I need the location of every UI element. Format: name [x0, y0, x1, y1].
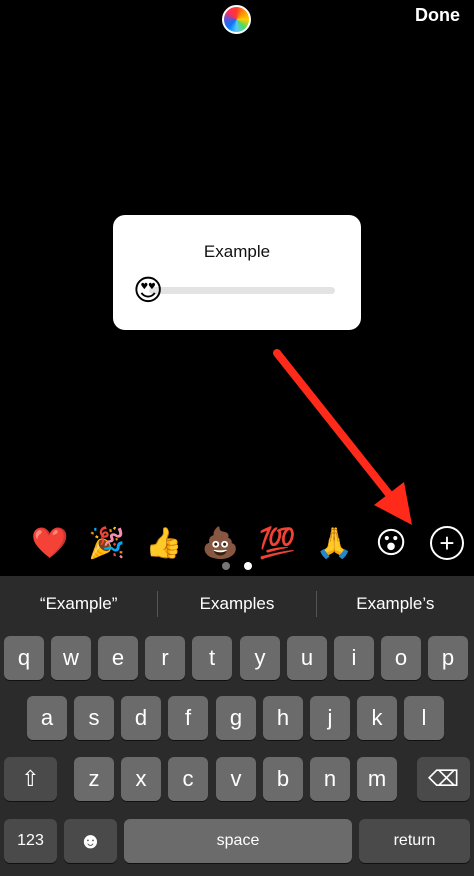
key-u[interactable]: u: [287, 636, 327, 680]
page-dot: [222, 562, 230, 570]
slider-track[interactable]: [149, 287, 335, 294]
key-d[interactable]: d: [121, 696, 161, 740]
key-h[interactable]: h: [263, 696, 303, 740]
return-key[interactable]: return: [359, 819, 470, 863]
suggestion-item[interactable]: “Example”: [0, 591, 159, 617]
key-r[interactable]: r: [145, 636, 185, 680]
suggestion-item[interactable]: Examples: [158, 591, 317, 617]
key-q[interactable]: q: [4, 636, 44, 680]
key-a[interactable]: a: [27, 696, 67, 740]
slider-sticker[interactable]: Example 😍: [113, 215, 361, 330]
slider-emoji-thumb[interactable]: 😍: [133, 273, 163, 307]
space-key[interactable]: space: [124, 819, 352, 863]
key-f[interactable]: f: [168, 696, 208, 740]
key-o[interactable]: o: [381, 636, 421, 680]
key-x[interactable]: x: [121, 757, 161, 801]
emoji-heart[interactable]: ❤️: [24, 518, 76, 568]
emoji-bar: ❤️ 🎉 👍 💩 💯 🙏 😮 +: [24, 518, 464, 568]
key-s[interactable]: s: [74, 696, 114, 740]
key-n[interactable]: n: [310, 757, 350, 801]
shift-icon[interactable]: ⇧: [4, 757, 57, 801]
emoji-thumbs-up[interactable]: 👍: [138, 518, 190, 568]
sticker-title[interactable]: Example: [113, 242, 361, 262]
key-c[interactable]: c: [168, 757, 208, 801]
key-g[interactable]: g: [216, 696, 256, 740]
key-e[interactable]: e: [98, 636, 138, 680]
key-i[interactable]: i: [334, 636, 374, 680]
key-m[interactable]: m: [357, 757, 397, 801]
emoji-surprised[interactable]: 😮: [365, 518, 417, 568]
page-dot-active: [244, 562, 252, 570]
add-emoji-icon[interactable]: +: [429, 526, 464, 560]
key-j[interactable]: j: [310, 696, 350, 740]
key-k[interactable]: k: [357, 696, 397, 740]
suggestion-item[interactable]: Example’s: [317, 591, 474, 617]
emoji-pray[interactable]: 🙏: [308, 518, 360, 568]
page-indicator: [222, 562, 252, 570]
key-l[interactable]: l: [404, 696, 444, 740]
suggestion-bar: “Example” Examples Example’s: [0, 576, 474, 632]
emoji-hundred[interactable]: 💯: [251, 518, 303, 568]
key-w[interactable]: w: [51, 636, 91, 680]
key-v[interactable]: v: [216, 757, 256, 801]
key-b[interactable]: b: [263, 757, 303, 801]
key-p[interactable]: p: [428, 636, 468, 680]
emoji-party-popper[interactable]: 🎉: [81, 518, 133, 568]
keyboard: “Example” Examples Example’s q w e r t y…: [0, 576, 474, 876]
key-y[interactable]: y: [240, 636, 280, 680]
delete-icon[interactable]: ⌫: [417, 757, 470, 801]
numbers-key[interactable]: 123: [4, 819, 57, 863]
emoji-keyboard-icon[interactable]: ☻: [64, 819, 117, 863]
key-t[interactable]: t: [192, 636, 232, 680]
color-wheel-icon[interactable]: [222, 5, 251, 34]
key-z[interactable]: z: [74, 757, 114, 801]
screen: Done Example 😍 ❤️ 🎉 👍 💩 💯 🙏 😮 + “Example…: [0, 0, 474, 876]
emoji-poo[interactable]: 💩: [195, 518, 247, 568]
done-button[interactable]: Done: [415, 5, 460, 25]
